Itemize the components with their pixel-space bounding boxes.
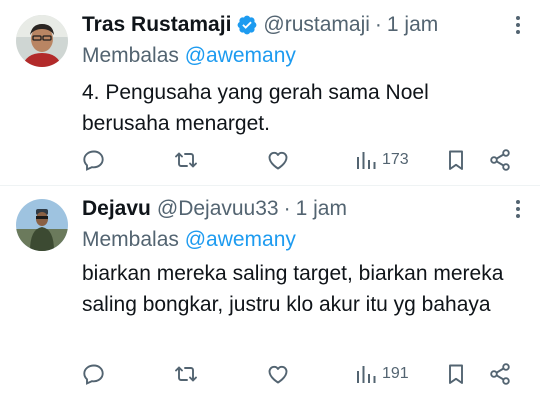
action-bar: 191 bbox=[80, 360, 520, 388]
repost-button[interactable] bbox=[174, 360, 198, 388]
repost-button[interactable] bbox=[174, 146, 198, 174]
bookmark-button[interactable] bbox=[444, 360, 468, 388]
reply-icon bbox=[83, 364, 104, 385]
more-options-icon[interactable] bbox=[514, 200, 522, 222]
avatar[interactable] bbox=[16, 15, 68, 67]
share-button[interactable] bbox=[488, 360, 512, 388]
like-button[interactable] bbox=[266, 360, 290, 388]
reply-prefix: Membalas bbox=[82, 44, 179, 67]
reply-prefix: Membalas bbox=[82, 228, 179, 251]
like-icon bbox=[268, 151, 288, 170]
separator-dot: · bbox=[283, 197, 291, 220]
bookmark-icon bbox=[449, 364, 463, 384]
reply-icon bbox=[83, 150, 104, 171]
action-bar: 173 bbox=[80, 146, 520, 174]
bookmark-icon bbox=[449, 150, 463, 170]
like-button[interactable] bbox=[266, 146, 290, 174]
views-count: 191 bbox=[382, 365, 409, 382]
handle[interactable]: @rustamaji bbox=[263, 13, 370, 37]
reply-button[interactable] bbox=[82, 146, 106, 174]
reply-context: Membalas @awemany bbox=[82, 228, 296, 252]
bookmark-button[interactable] bbox=[444, 146, 468, 174]
tweet[interactable]: Tras Rustamaji @rustamaji · 1 jam Membal… bbox=[0, 0, 540, 186]
reply-button[interactable] bbox=[82, 360, 106, 388]
tweet[interactable]: Dejavu @Dejavuu33 · 1 jam Membalas @awem… bbox=[0, 186, 540, 402]
verified-badge-icon[interactable] bbox=[236, 14, 258, 36]
more-options-icon[interactable] bbox=[514, 16, 522, 38]
display-name[interactable]: Dejavu bbox=[82, 197, 151, 221]
reply-mention[interactable]: @awemany bbox=[185, 44, 296, 67]
share-icon bbox=[490, 363, 510, 385]
retweet-icon bbox=[175, 152, 197, 168]
avatar[interactable] bbox=[16, 199, 68, 251]
share-button[interactable] bbox=[488, 146, 512, 174]
tweet-text: biarkan mereka saling target, biarkan me… bbox=[82, 262, 504, 316]
retweet-icon bbox=[175, 366, 197, 382]
timestamp[interactable]: 1 jam bbox=[387, 13, 438, 37]
share-icon bbox=[490, 149, 510, 171]
tweet-text: 4. Pengusaha yang gerah sama Noel berusa… bbox=[82, 81, 429, 135]
separator-dot: · bbox=[374, 13, 382, 36]
views-icon bbox=[357, 366, 376, 383]
tweet-header: Tras Rustamaji @rustamaji · 1 jam bbox=[82, 12, 438, 38]
timestamp[interactable]: 1 jam bbox=[296, 197, 347, 221]
like-icon bbox=[268, 365, 288, 384]
handle[interactable]: @Dejavuu33 bbox=[157, 197, 279, 221]
views-button[interactable]: 173 bbox=[354, 146, 409, 174]
views-icon bbox=[357, 152, 376, 169]
reply-mention[interactable]: @awemany bbox=[185, 228, 296, 251]
reply-context: Membalas @awemany bbox=[82, 44, 296, 68]
display-name[interactable]: Tras Rustamaji bbox=[82, 13, 231, 37]
views-count: 173 bbox=[382, 151, 409, 168]
views-button[interactable]: 191 bbox=[354, 360, 409, 388]
tweet-header: Dejavu @Dejavuu33 · 1 jam bbox=[82, 196, 347, 222]
